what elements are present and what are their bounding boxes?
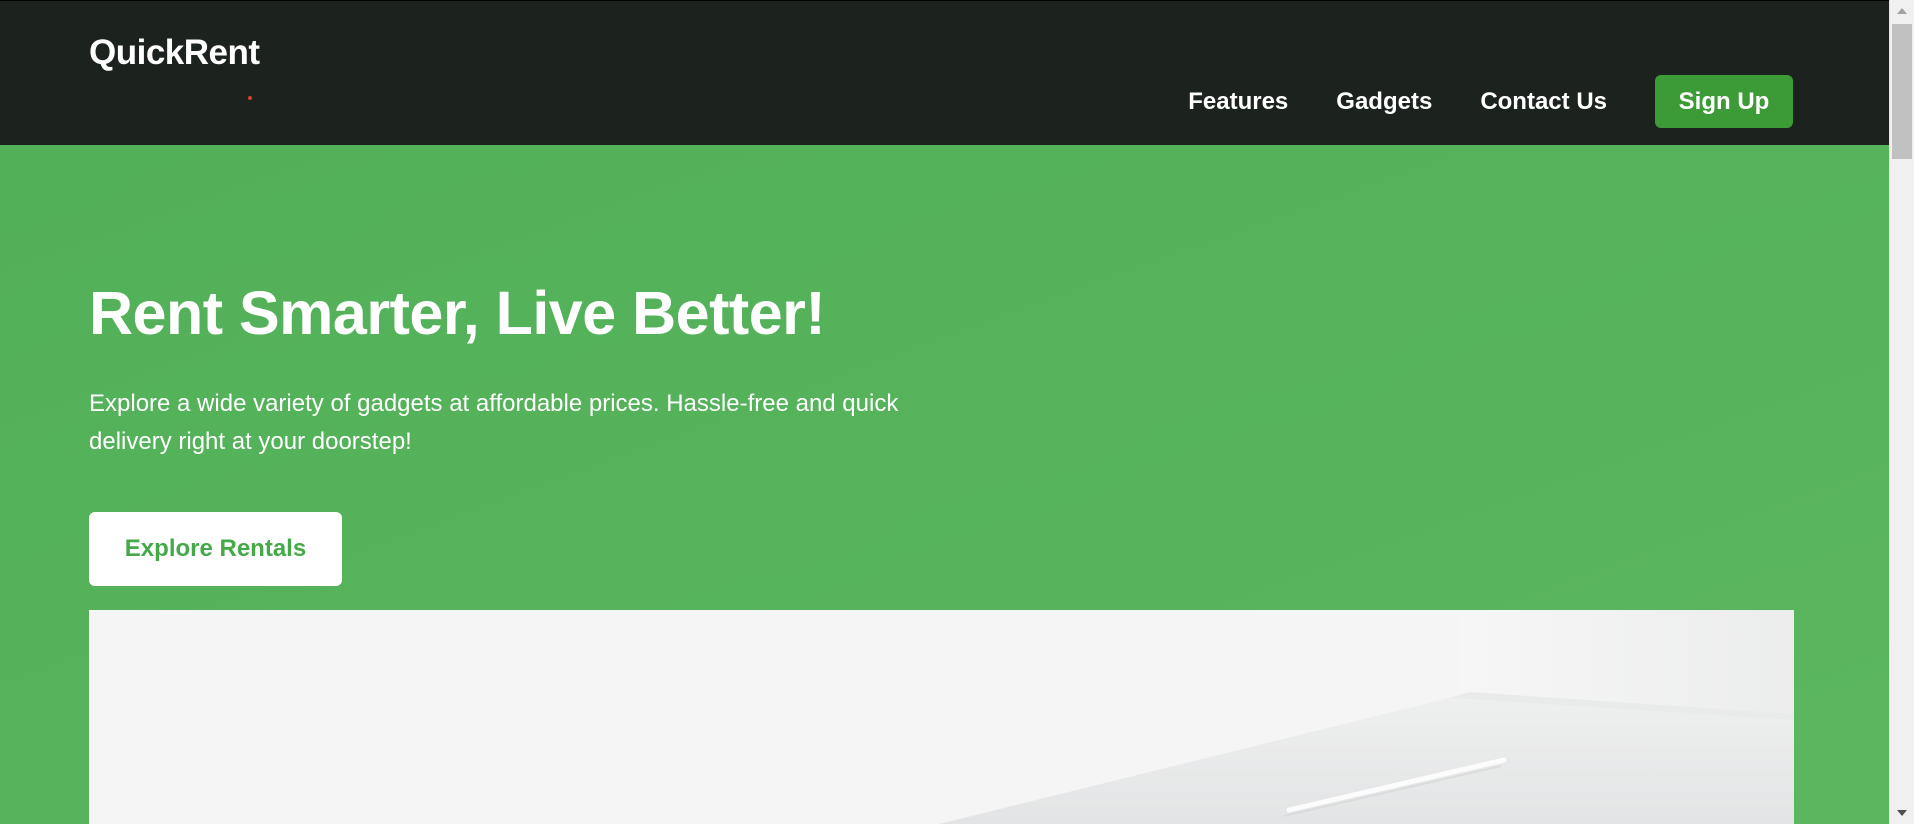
logo-dot	[248, 96, 252, 100]
hero-section: Rent Smarter, Live Better! Explore a wid…	[0, 145, 1889, 824]
navbar: QuickRent Features Gadgets Contact Us Si…	[0, 0, 1889, 145]
hero-image-graphic	[89, 610, 1794, 824]
page: QuickRent Features Gadgets Contact Us Si…	[0, 0, 1914, 824]
scroll-down-arrow-icon[interactable]	[1897, 810, 1907, 816]
page-content: QuickRent Features Gadgets Contact Us Si…	[0, 0, 1889, 824]
nav-links: Features Gadgets Contact Us Sign Up	[1188, 75, 1793, 128]
scroll-up-arrow-icon[interactable]	[1897, 8, 1907, 14]
nav-link-contact-us[interactable]: Contact Us	[1480, 88, 1607, 116]
brand-logo[interactable]: QuickRent	[89, 33, 260, 73]
explore-rentals-button[interactable]: Explore Rentals	[89, 512, 342, 586]
vertical-scrollbar[interactable]	[1889, 0, 1914, 824]
hero-image	[89, 610, 1794, 824]
nav-link-gadgets[interactable]: Gadgets	[1336, 88, 1432, 116]
sign-up-button[interactable]: Sign Up	[1655, 75, 1793, 128]
hero-description: Explore a wide variety of gadgets at aff…	[89, 390, 899, 455]
hero-title: Rent Smarter, Live Better!	[89, 279, 826, 347]
scroll-thumb[interactable]	[1892, 24, 1912, 159]
nav-link-features[interactable]: Features	[1188, 88, 1288, 116]
